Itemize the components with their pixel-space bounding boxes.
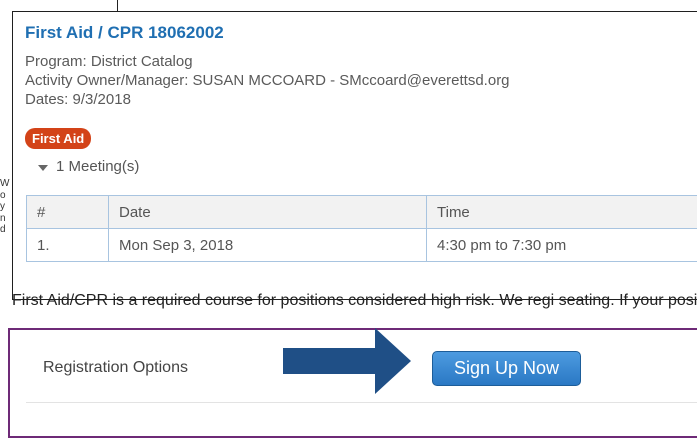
activity-description: First Aid/CPR is a required course for p… — [12, 291, 697, 318]
column-header-date: Date — [109, 196, 427, 229]
column-header-number: # — [27, 196, 109, 229]
registration-options-label: Registration Options — [43, 359, 188, 377]
table-header-row: # Date Time — [27, 196, 697, 229]
meetings-toggle-label: 1 Meeting(s) — [56, 158, 139, 175]
activity-owner: Activity Owner/Manager: SUSAN MCCOARD - … — [25, 72, 510, 89]
meetings-table: # Date Time 1. Mon Sep 3, 2018 4:30 pm t… — [26, 195, 697, 262]
background-text-fragment: y — [0, 201, 12, 213]
background-text-fragment: W — [0, 178, 12, 190]
table-row: 1. Mon Sep 3, 2018 4:30 pm to 7:30 pm — [27, 229, 697, 262]
sign-up-now-button[interactable]: Sign Up Now — [432, 351, 581, 386]
meetings-toggle[interactable]: 1 Meeting(s) — [38, 158, 139, 175]
meeting-date-cell: Mon Sep 3, 2018 — [109, 229, 427, 262]
pointer-arrow-icon — [283, 328, 419, 394]
activity-dates: Dates: 9/3/2018 — [25, 91, 131, 108]
background-text-fragment: n — [0, 213, 12, 225]
activity-title[interactable]: First Aid / CPR 18062002 — [25, 23, 224, 43]
activity-program: Program: District Catalog — [25, 53, 193, 70]
meeting-number-cell: 1. — [27, 229, 109, 262]
meeting-time-cell: 4:30 pm to 7:30 pm — [427, 229, 697, 262]
background-page-text: W o y n d — [0, 178, 12, 236]
column-header-time: Time — [427, 196, 697, 229]
caret-down-icon — [38, 165, 48, 171]
background-text-fragment: o — [0, 190, 12, 202]
registration-divider — [26, 402, 697, 403]
category-badge: First Aid — [25, 128, 91, 149]
background-text-fragment: d — [0, 224, 12, 236]
